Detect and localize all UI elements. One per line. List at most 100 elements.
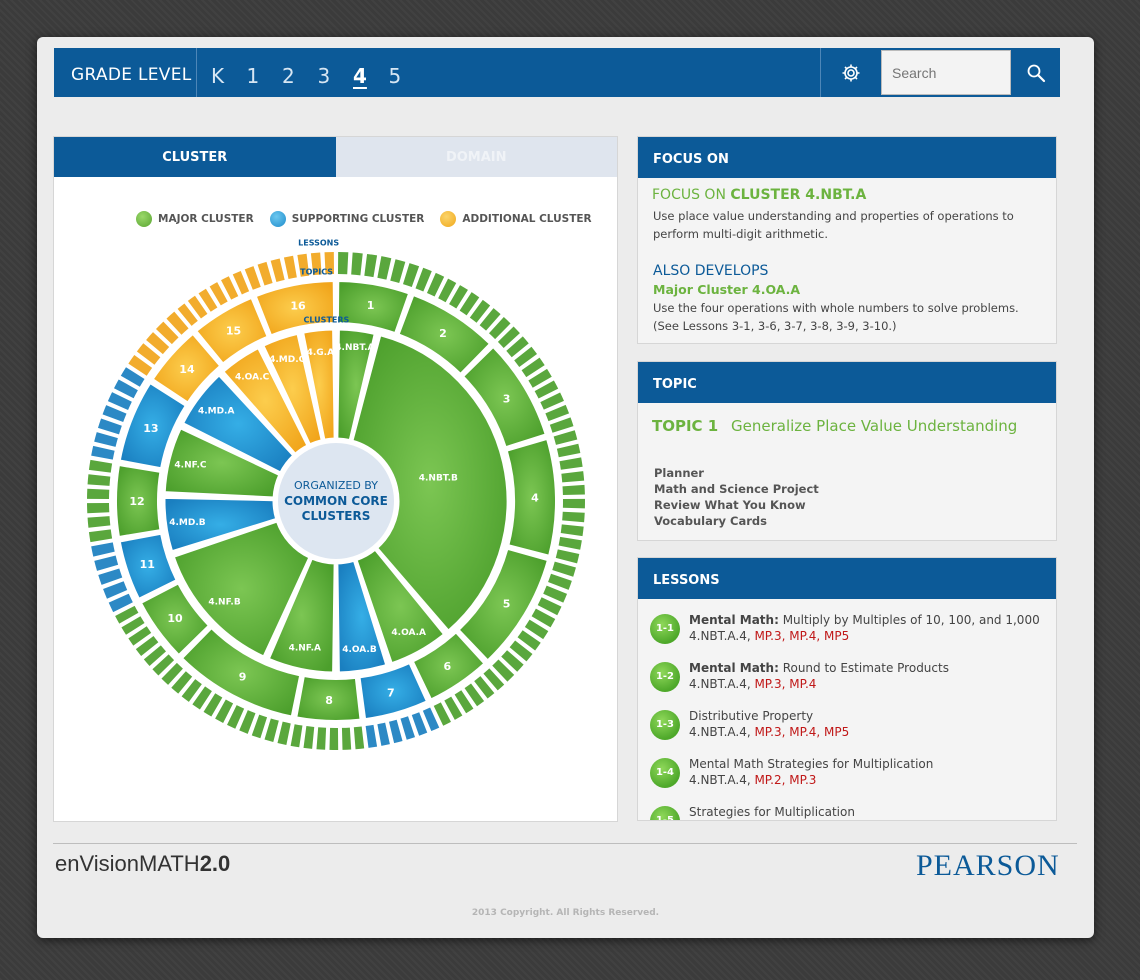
cluster-label: 4.MD.C xyxy=(269,355,306,365)
lesson-segment[interactable] xyxy=(390,259,406,283)
topic-label: 14 xyxy=(179,363,195,376)
lesson-segment[interactable] xyxy=(402,263,420,288)
also-develops-title: ALSO DEVELOPS xyxy=(653,263,769,279)
lesson-segment[interactable] xyxy=(91,542,115,557)
lesson-standard: 4.NBT.A.4, xyxy=(689,773,751,787)
lesson-segment[interactable] xyxy=(91,445,115,460)
tab-cluster[interactable]: CLUSTER xyxy=(54,137,336,177)
lesson-segment[interactable] xyxy=(549,417,574,433)
topic-label: 9 xyxy=(239,671,247,684)
lesson-segment[interactable] xyxy=(548,573,572,590)
lesson-segment[interactable] xyxy=(87,488,110,500)
focus-desc-line-1: Use place value understanding and proper… xyxy=(653,209,1014,223)
lesson-segment[interactable] xyxy=(559,457,583,470)
grade-4[interactable]: 4 xyxy=(353,58,389,88)
lesson-segment[interactable] xyxy=(251,714,268,739)
copyright-text: 2013 Copyright. All Rights Reserved. xyxy=(471,908,660,918)
lessons-header: LESSONS xyxy=(638,558,1056,599)
lesson-segment[interactable] xyxy=(303,726,315,749)
lesson-segment[interactable] xyxy=(87,516,111,528)
cluster-label: 4.G.A xyxy=(307,348,334,358)
lesson-segment[interactable] xyxy=(388,719,403,744)
lesson-segment[interactable] xyxy=(560,524,584,537)
lesson-segment[interactable] xyxy=(94,432,118,447)
lesson-segment[interactable] xyxy=(400,716,416,740)
resource-vocabulary[interactable]: Vocabulary Cards xyxy=(654,513,819,529)
lesson-segment[interactable] xyxy=(377,256,392,280)
resource-review[interactable]: Review What You Know xyxy=(654,497,819,513)
lesson-standard: 4.NBT.A.4, xyxy=(689,677,751,691)
lesson-segment[interactable] xyxy=(555,549,580,564)
lesson-segment[interactable] xyxy=(277,721,291,746)
lesson-segment[interactable] xyxy=(329,727,339,750)
lesson-segment[interactable] xyxy=(290,724,303,748)
topic-label: 5 xyxy=(503,597,511,610)
lesson-segment[interactable] xyxy=(377,722,390,746)
lesson-segment[interactable] xyxy=(558,536,582,550)
lesson-segment[interactable] xyxy=(556,443,581,458)
search-input[interactable] xyxy=(881,50,1011,95)
lesson-segment[interactable] xyxy=(94,555,119,571)
lesson-segment[interactable] xyxy=(88,529,113,543)
cluster-label: 4.NF.B xyxy=(208,597,240,607)
lesson-segment[interactable] xyxy=(87,474,111,486)
lesson-item[interactable]: 1-1 Mental Math: Multiply by Multiples o… xyxy=(650,612,1040,644)
grade-5[interactable]: 5 xyxy=(389,58,425,88)
lesson-practices: MP.3, MP.4, MP5 xyxy=(750,725,850,739)
lesson-text: Mental Math: Round to Estimate Products … xyxy=(689,660,949,692)
lesson-segment[interactable] xyxy=(411,712,428,736)
lesson-segment[interactable] xyxy=(270,258,285,282)
search-button[interactable] xyxy=(1011,48,1060,97)
lesson-segment[interactable] xyxy=(316,727,327,750)
cluster-label: 4.NBT.B xyxy=(419,473,458,483)
lesson-segment[interactable] xyxy=(87,502,110,514)
lesson-item[interactable]: 1-5 Strategies for Multiplication xyxy=(650,804,855,820)
lesson-number-badge: 1-4 xyxy=(650,758,680,788)
also-develops-cluster: Major Cluster 4.OA.A xyxy=(653,282,801,297)
lesson-segment[interactable] xyxy=(364,253,378,278)
lesson-segment[interactable] xyxy=(244,266,261,290)
lesson-segment[interactable] xyxy=(341,727,352,750)
lesson-segment[interactable] xyxy=(552,561,576,577)
lesson-segment[interactable] xyxy=(283,255,297,280)
logo-text: enVisionMATH xyxy=(55,851,200,876)
grade-1[interactable]: 1 xyxy=(247,58,283,88)
lesson-item[interactable]: 1-2 Mental Math: Round to Estimate Produ… xyxy=(650,660,949,692)
lesson-segment[interactable] xyxy=(562,498,585,509)
lesson-segment[interactable] xyxy=(353,726,365,750)
cluster-label: 4.OA.B xyxy=(342,645,377,655)
resource-math-science-project[interactable]: Math and Science Project xyxy=(654,481,819,497)
also-lessons-line: (See Lessons 3-1, 3-6, 3-7, 3-8, 3-9, 3-… xyxy=(653,319,897,333)
cluster-label: 4.NBT.A xyxy=(335,343,374,353)
grade-k[interactable]: K xyxy=(211,58,247,88)
settings-button[interactable] xyxy=(820,48,881,97)
lesson-item[interactable]: 1-3 Distributive Property 4.NBT.A.4, MP.… xyxy=(650,708,849,740)
lesson-segment[interactable] xyxy=(337,252,349,275)
focus-desc-line-2: perform multi-digit arithmetic. xyxy=(653,227,828,241)
lesson-segment[interactable] xyxy=(98,568,123,585)
topic-label: 4 xyxy=(531,492,539,505)
resource-planner[interactable]: Planner xyxy=(654,465,819,481)
lesson-segment[interactable] xyxy=(562,511,585,523)
lesson-segment[interactable] xyxy=(351,252,363,276)
lesson-segment[interactable] xyxy=(553,430,578,445)
lesson-segment[interactable] xyxy=(561,471,585,483)
focus-description: Use place value understanding and proper… xyxy=(653,207,1014,243)
tab-domain[interactable]: DOMAIN xyxy=(335,137,617,177)
lesson-segment[interactable] xyxy=(88,459,113,473)
lesson-item[interactable]: 1-4 Mental Math Strategies for Multiplic… xyxy=(650,756,933,788)
lesson-segment[interactable] xyxy=(97,418,122,435)
lesson-title: Distributive Property xyxy=(689,709,814,723)
grade-3[interactable]: 3 xyxy=(318,58,354,88)
logo-version: 2.0 xyxy=(199,851,231,876)
lesson-segment[interactable] xyxy=(264,718,279,742)
topic-label: 1 xyxy=(367,299,375,312)
grade-2[interactable]: 2 xyxy=(282,58,318,88)
topic-label: 2 xyxy=(439,327,447,340)
lesson-segment[interactable] xyxy=(562,484,585,496)
ring-label: LESSONS xyxy=(298,239,339,248)
lesson-segment[interactable] xyxy=(365,724,378,748)
lesson-number-badge: 1-2 xyxy=(650,662,680,692)
lesson-segment[interactable] xyxy=(257,261,273,286)
lesson-prefix: Mental Math: xyxy=(689,661,779,675)
